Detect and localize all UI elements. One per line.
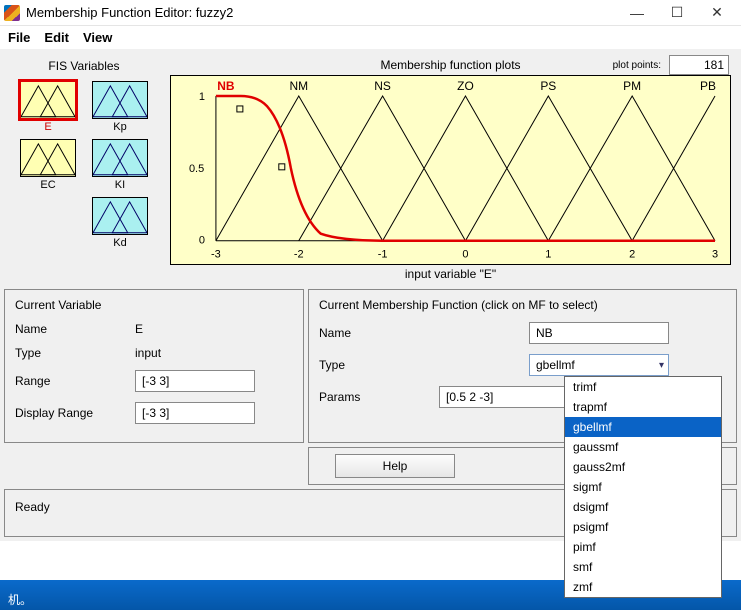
ytick-1: 1	[199, 91, 205, 103]
xtick: 0	[462, 249, 468, 261]
fis-variable-label: Kd	[88, 237, 152, 249]
cv-type-value: input	[135, 346, 161, 360]
mf-params-label: Params	[319, 390, 439, 404]
xtick: -3	[211, 249, 221, 261]
xtick: 3	[712, 249, 718, 261]
workarea: FIS Variables E	[0, 49, 741, 541]
cv-disprange-label: Display Range	[15, 406, 135, 420]
mf-type-option-psigmf[interactable]: psigmf	[565, 517, 721, 537]
mf-name-input[interactable]	[529, 322, 669, 344]
matlab-logo-icon	[4, 5, 20, 21]
mf-label-pm: PM	[623, 79, 641, 93]
fis-variable-label: Kp	[88, 121, 152, 133]
xtick: 2	[629, 249, 635, 261]
mf-type-option-trapmf[interactable]: trapmf	[565, 397, 721, 417]
xtick: -2	[294, 249, 304, 261]
fis-variable-e[interactable]: E	[16, 81, 80, 133]
menu-file[interactable]: File	[8, 30, 30, 45]
mf-type-option-pimf[interactable]: pimf	[565, 537, 721, 557]
mf-type-option-gaussmf[interactable]: gaussmf	[565, 437, 721, 457]
plot-panel: Membership function plots plot points: 0…	[168, 53, 737, 283]
fis-variable-kd[interactable]: Kd	[88, 197, 152, 249]
fis-variable-ec[interactable]: EC	[16, 139, 80, 191]
close-button[interactable]: ✕	[697, 0, 737, 26]
taskbar-text: 机。	[8, 591, 32, 608]
plot-points-input[interactable]	[669, 55, 729, 75]
menu-edit[interactable]: Edit	[44, 30, 69, 45]
xtick: -1	[378, 249, 388, 261]
mf-label-nm: NM	[289, 79, 308, 93]
mf-name-label: Name	[319, 326, 529, 340]
mf-type-select[interactable]: gbellmf ▾	[529, 354, 669, 376]
mf-type-option-sigmf[interactable]: sigmf	[565, 477, 721, 497]
status-text: Ready	[15, 500, 50, 514]
fis-variables-panel: FIS Variables E	[4, 53, 164, 283]
cv-name-label: Name	[15, 322, 135, 336]
mf-type-option-smf[interactable]: smf	[565, 557, 721, 577]
current-variable-header: Current Variable	[15, 298, 293, 312]
mf-type-dropdown[interactable]: trimf trapmf gbellmf gaussmf gauss2mf si…	[564, 376, 722, 598]
cv-name-value: E	[135, 322, 143, 336]
mf-type-label: Type	[319, 358, 529, 372]
fis-variable-label: EC	[16, 179, 80, 191]
current-mf-header: Current Membership Function (click on MF…	[319, 298, 726, 312]
help-button[interactable]: Help	[335, 454, 455, 478]
mf-type-value: gbellmf	[536, 358, 575, 372]
fis-variable-grid: E Kp	[8, 81, 160, 249]
mf-type-option-gbellmf[interactable]: gbellmf	[565, 417, 721, 437]
cv-range-input[interactable]	[135, 370, 255, 392]
chevron-down-icon: ▾	[659, 360, 664, 371]
fis-variable-label: E	[16, 121, 80, 133]
cv-disprange-input[interactable]	[135, 402, 255, 424]
ytick-0: 0	[199, 235, 205, 247]
mf-params-input[interactable]	[439, 386, 569, 408]
plot-xlabel: input variable "E"	[170, 265, 731, 281]
current-mf-panel: Current Membership Function (click on MF…	[308, 289, 737, 443]
fis-variable-ki[interactable]: KI	[88, 139, 152, 191]
mf-label-nb: NB	[217, 79, 235, 93]
mf-plot[interactable]: 0 0.5 1 -3 -2 -1 0 1 2 3	[170, 75, 731, 265]
cv-range-label: Range	[15, 374, 135, 388]
mf-type-option-dsigmf[interactable]: dsigmf	[565, 497, 721, 517]
fis-variable-kp[interactable]: Kp	[88, 81, 152, 133]
current-variable-panel: Current Variable Name E Type input Range…	[4, 289, 304, 443]
minimize-button[interactable]: —	[617, 0, 657, 26]
menubar: File Edit View	[0, 26, 741, 49]
mf-type-option-trimf[interactable]: trimf	[565, 377, 721, 397]
fis-variable-label: KI	[88, 179, 152, 191]
cv-type-label: Type	[15, 346, 135, 360]
mf-label-pb: PB	[700, 79, 716, 93]
maximize-button[interactable]: ☐	[657, 0, 697, 26]
menu-view[interactable]: View	[83, 30, 112, 45]
mf-label-ns: NS	[374, 79, 391, 93]
titlebar: Membership Function Editor: fuzzy2 — ☐ ✕	[0, 0, 741, 26]
fis-variable-kd[interactable]	[16, 197, 80, 249]
window-title: Membership Function Editor: fuzzy2	[26, 5, 617, 20]
plot-points-label: plot points:	[613, 60, 661, 71]
mf-type-option-zmf[interactable]: zmf	[565, 577, 721, 597]
xtick: 1	[545, 249, 551, 261]
mf-type-option-gauss2mf[interactable]: gauss2mf	[565, 457, 721, 477]
mf-label-zo: ZO	[457, 79, 474, 93]
mf-label-ps: PS	[540, 79, 556, 93]
ytick-05: 0.5	[189, 163, 204, 175]
fis-panel-header: FIS Variables	[8, 59, 160, 73]
